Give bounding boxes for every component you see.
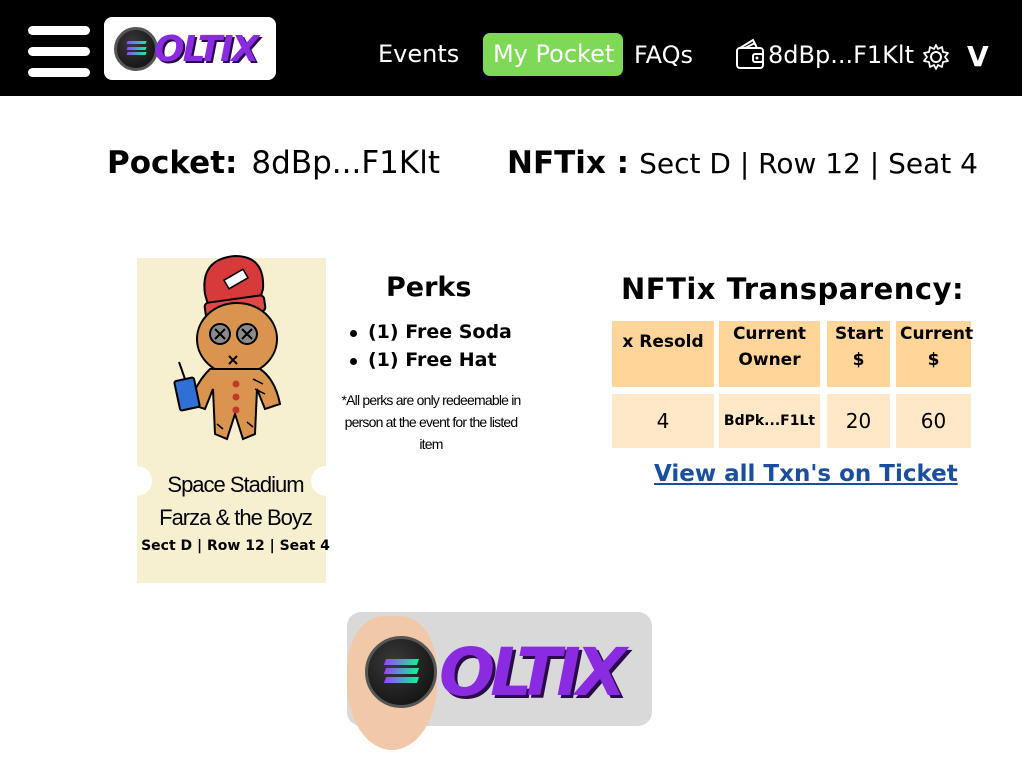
table-header-start-price: Start $ (827, 321, 890, 387)
table-header-owner: Current Owner (719, 321, 820, 387)
nav-my-pocket[interactable]: My Pocket (483, 33, 623, 76)
chevron-down-icon[interactable]: V (967, 40, 989, 73)
table-cell-current-price: 60 (896, 394, 971, 448)
nftix-label: NFTix : (507, 145, 630, 181)
ticket-venue: Space Stadium (167, 472, 304, 497)
ticket-artist: Farza & the Boyz (159, 505, 313, 530)
logo-wordmark: OLTIX (439, 634, 627, 711)
perks-disclaimer: *All perks are only redeemable in person… (341, 392, 521, 452)
top-nav-bar: OLTIX Events My Pocket FAQs 8dBp...F1Klt… (0, 0, 1022, 109)
solana-coin-icon (114, 27, 158, 71)
nftix-seat: Sect D | Row 12 | Seat 4 (639, 147, 978, 180)
perks-list: (1) Free Soda (1) Free Hat (350, 321, 512, 377)
nftix-info: NFTix : Sect D | Row 12 | Seat 4 (507, 145, 978, 181)
ticket-seat: Sect D | Row 12 | Seat 4 (141, 538, 330, 554)
menu-icon[interactable] (28, 26, 90, 78)
nav-faqs[interactable]: FAQs (634, 41, 693, 69)
pocket-info: Pocket: 8dBp...F1Klt (107, 145, 440, 181)
table-cell-owner: BdPk...F1Lt (719, 394, 820, 448)
nft-ticket-card[interactable]: Space Stadium Farza & the Boyz Sect D | … (122, 254, 341, 583)
gear-icon[interactable] (922, 43, 950, 71)
nav-events[interactable]: Events (378, 40, 459, 68)
wallet-icon[interactable] (735, 38, 765, 70)
pocket-label: Pocket: (107, 145, 238, 181)
logo-wordmark: OLTIX (154, 29, 259, 70)
table-header-resold: x Resold (612, 321, 714, 387)
transparency-title: NFTix Transparency: (621, 272, 965, 306)
solana-coin-icon (365, 636, 437, 708)
table-header-current-price: Current $ (896, 321, 973, 387)
table-cell-start-price: 20 (827, 394, 890, 448)
pocket-address: 8dBp...F1Klt (251, 145, 440, 181)
soltix-logo[interactable]: OLTIX (104, 17, 276, 109)
gingerbread-nft-image (173, 254, 282, 441)
perk-item: (1) Free Hat (350, 349, 512, 371)
wallet-address[interactable]: 8dBp...F1Klt (768, 41, 914, 69)
view-transactions-link[interactable]: View all Txn's on Ticket (654, 461, 958, 487)
table-cell-resold: 4 (612, 394, 714, 448)
perk-item: (1) Free Soda (350, 321, 512, 343)
perks-title: Perks (386, 272, 472, 303)
soltix-footer-logo: OLTIX (347, 612, 652, 750)
